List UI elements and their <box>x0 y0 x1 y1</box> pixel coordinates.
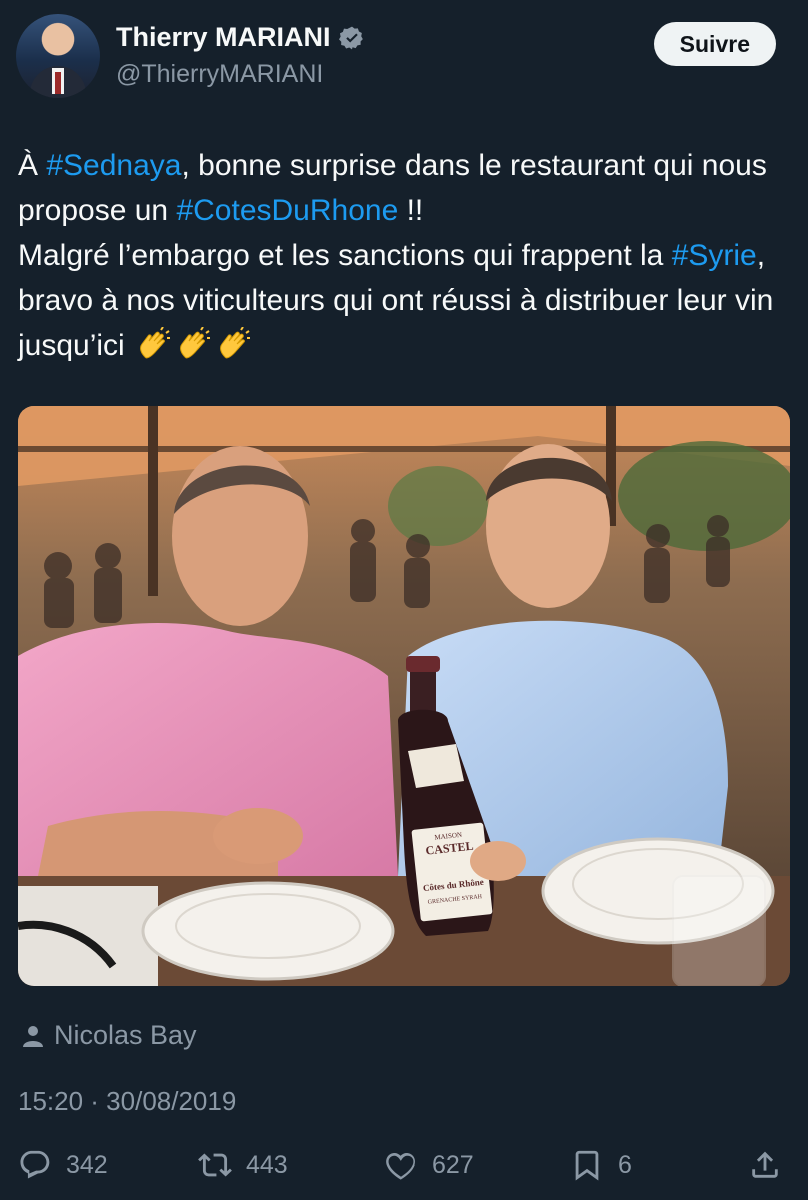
hashtag-link[interactable]: #CotesDuRhone <box>176 194 398 227</box>
tagged-users[interactable]: Nicolas Bay <box>22 1020 197 1051</box>
author-avatar[interactable] <box>16 14 100 98</box>
retweet-button[interactable]: 443 <box>198 1148 288 1182</box>
like-count: 627 <box>432 1150 474 1179</box>
tweet-text-segment: Malgré l’embargo et les sanctions qui fr… <box>18 239 672 272</box>
reply-count: 342 <box>66 1150 108 1179</box>
restaurant-photo: MAISON CASTEL Côtes du Rhône GRENACHE SY… <box>18 406 790 986</box>
tweet-text: À #Sednaya, bonne surprise dans le resta… <box>18 143 790 368</box>
tweet-text-segment: !! <box>398 194 424 227</box>
share-icon <box>752 1151 778 1178</box>
bookmark-count: 6 <box>618 1150 632 1179</box>
hashtag-link[interactable]: #Syrie <box>672 239 757 272</box>
hashtag-link[interactable]: #Sednaya <box>46 149 181 182</box>
retweet-count: 443 <box>246 1150 288 1179</box>
tweet-timestamp[interactable]: 15:20 · 30/08/2019 <box>18 1086 236 1117</box>
bookmark-icon <box>575 1150 599 1181</box>
tweet-header: Thierry MARIANI @ThierryMARIANI Suivre <box>16 14 792 98</box>
avatar-tie <box>55 72 61 94</box>
follow-button[interactable]: Suivre <box>653 22 776 66</box>
verified-badge-icon <box>338 26 363 49</box>
bookmark-button[interactable]: 6 <box>570 1148 632 1182</box>
tagged-user-name[interactable]: Nicolas Bay <box>54 1020 197 1051</box>
like-button[interactable]: 627 <box>384 1148 474 1182</box>
person-icon <box>23 1025 43 1047</box>
tweet-actions-bar: 342 443 627 6 <box>18 1148 790 1188</box>
reply-button[interactable]: 342 <box>18 1148 108 1182</box>
clapping-hands-emoji-icon <box>180 327 211 359</box>
author-name-row: Thierry MARIANI <box>116 22 365 53</box>
tweet-photo[interactable]: MAISON CASTEL Côtes du Rhône GRENACHE SY… <box>18 406 790 986</box>
share-button[interactable] <box>748 1148 782 1182</box>
author-display-name[interactable]: Thierry MARIANI <box>116 22 331 53</box>
reply-icon <box>20 1150 50 1179</box>
clapping-hands-emoji-icon <box>220 327 251 359</box>
clapping-hands-emoji-icon <box>140 327 171 359</box>
tweet-text-segment: À <box>18 149 47 182</box>
retweet-icon <box>198 1153 232 1177</box>
heart-icon <box>386 1152 415 1180</box>
author-handle[interactable]: @ThierryMARIANI <box>116 60 323 89</box>
